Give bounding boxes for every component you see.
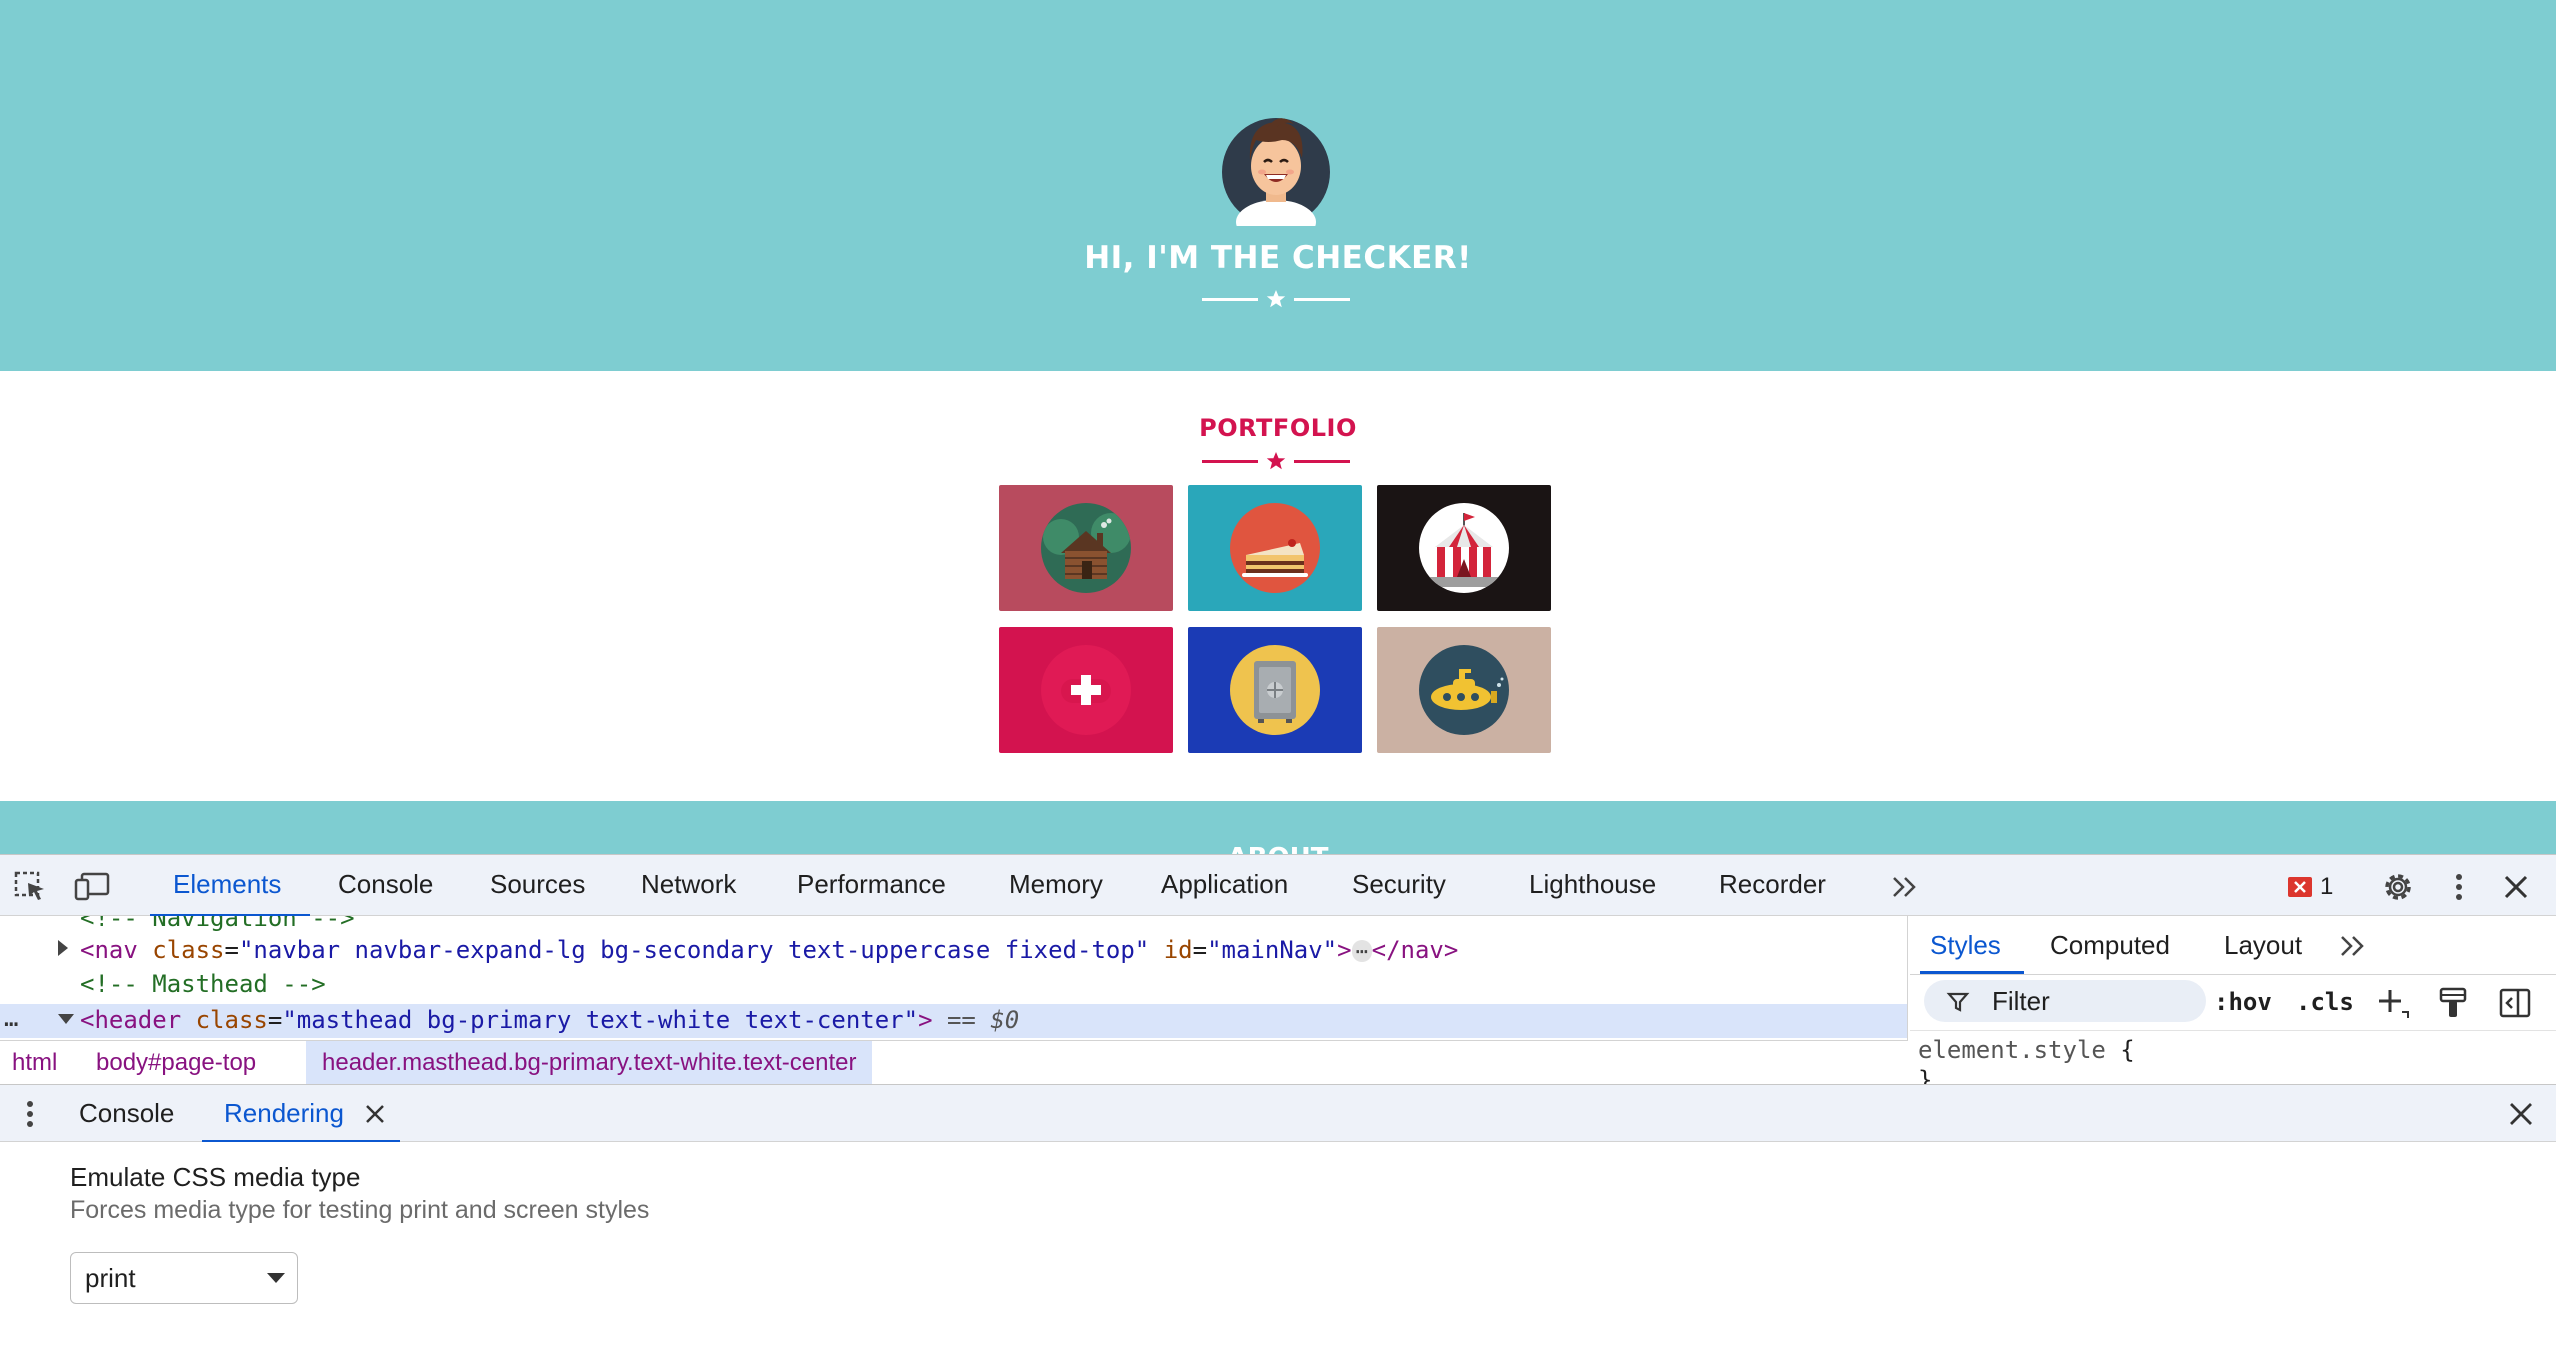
breadcrumb-html[interactable]: html — [12, 1049, 57, 1077]
circus-tent-icon — [1429, 513, 1499, 587]
dom-comment-navigation[interactable]: <!-- Navigation --> — [80, 916, 355, 932]
tab-recorder[interactable]: Recorder — [1719, 869, 1826, 900]
render-setting-title: Emulate CSS media type — [70, 1162, 361, 1192]
submarine-icon — [1431, 669, 1504, 710]
chevron-double-right-icon[interactable] — [2338, 934, 2368, 958]
drawer-tab-rendering[interactable]: Rendering — [224, 1098, 344, 1129]
safe-icon — [1254, 661, 1296, 723]
styles-divider-2 — [1910, 1030, 2556, 1031]
dom-node-header[interactable]: … <header class="masthead bg-primary tex… — [0, 1004, 1019, 1034]
style-rule-selector[interactable]: element.style { — [1918, 1036, 2135, 1064]
masthead-divider — [1202, 289, 1350, 309]
portfolio-title: PORTFOLIO — [1199, 414, 1357, 442]
filter-icon — [1946, 992, 1970, 1012]
hover-state-toggle[interactable]: :hov — [2214, 988, 2272, 1016]
about-section: ABOUT — [0, 801, 2556, 854]
tab-memory[interactable]: Memory — [1009, 869, 1103, 900]
collapse-triangle-icon[interactable] — [58, 1014, 74, 1024]
about-title: ABOUT — [0, 843, 2556, 854]
class-toggle[interactable]: .cls — [2296, 988, 2354, 1016]
tab-computed[interactable]: Computed — [2050, 930, 2170, 961]
tab-application[interactable]: Application — [1161, 869, 1288, 900]
paint-brush-icon[interactable] — [2438, 986, 2468, 1020]
masthead: HI, I'M THE CHECKER! — [0, 0, 2556, 371]
portfolio-item-game[interactable] — [999, 627, 1173, 753]
chevron-down-icon — [267, 1273, 285, 1283]
breadcrumb-body[interactable]: body#page-top — [96, 1049, 256, 1077]
devtools-panel: Elements Console Sources Network Perform… — [0, 854, 2556, 1356]
more-vert-icon[interactable] — [20, 1097, 40, 1131]
devtools-tabbar: Elements Console Sources Network Perform… — [0, 854, 2556, 917]
tab-performance[interactable]: Performance — [797, 869, 946, 900]
chevron-double-right-icon[interactable] — [1890, 875, 1920, 899]
collapsed-ellipsis[interactable]: ⋯ — [1351, 940, 1372, 962]
drawer-tabbar: Console Rendering — [0, 1084, 2556, 1143]
add-rule-icon[interactable] — [2376, 986, 2410, 1020]
game-controller-icon — [1061, 675, 1111, 705]
tab-console[interactable]: Console — [338, 869, 433, 900]
star-icon — [1266, 452, 1286, 470]
styles-filter-input[interactable]: Filter — [1924, 980, 2206, 1022]
render-setting-description: Forces media type for testing print and … — [70, 1196, 650, 1224]
masthead-title: HI, I'M THE CHECKER! — [1084, 240, 1472, 276]
drawer-tab-console[interactable]: Console — [79, 1098, 174, 1129]
media-type-select[interactable]: print — [70, 1252, 298, 1304]
tab-sources[interactable]: Sources — [490, 869, 585, 900]
close-icon[interactable] — [364, 1103, 386, 1125]
inspect-element-icon[interactable] — [14, 871, 48, 901]
cake-icon — [1242, 539, 1308, 577]
portfolio-divider — [1202, 451, 1350, 471]
error-icon[interactable] — [2287, 875, 2313, 899]
close-icon[interactable] — [2502, 873, 2530, 901]
toggle-sidebar-icon[interactable] — [2498, 986, 2532, 1020]
gear-icon[interactable] — [2381, 870, 2415, 904]
portfolio-item-cabin[interactable] — [999, 485, 1173, 611]
breadcrumb: html body#page-top header.masthead.bg-pr… — [0, 1040, 1908, 1085]
tab-layout[interactable]: Layout — [2224, 930, 2302, 961]
error-count[interactable]: 1 — [2320, 873, 2333, 901]
tab-lighthouse[interactable]: Lighthouse — [1529, 869, 1656, 900]
tab-security[interactable]: Security — [1352, 869, 1446, 900]
tab-elements[interactable]: Elements — [173, 869, 281, 900]
expand-triangle-icon[interactable] — [58, 940, 68, 956]
more-vert-icon[interactable] — [2449, 870, 2469, 904]
device-toolbar-icon[interactable] — [74, 871, 110, 901]
styles-pane: Styles Computed Layout Filter :hov .cls — [1910, 916, 2556, 1094]
portfolio-item-safe[interactable] — [1188, 627, 1362, 753]
page-viewport: HI, I'M THE CHECKER! PORTFOLIO — [0, 0, 2556, 854]
browser-window: HI, I'M THE CHECKER! PORTFOLIO Elements … — [0, 0, 2556, 1356]
avatar — [1222, 118, 1330, 226]
rendering-panel: Emulate CSS media type Forces media type… — [0, 1142, 2556, 1356]
portfolio-item-cake[interactable] — [1188, 485, 1362, 611]
cabin-icon — [1043, 513, 1131, 579]
dom-node-nav[interactable]: <nav class="navbar navbar-expand-lg bg-s… — [0, 936, 1458, 964]
portfolio-item-circus[interactable] — [1377, 485, 1551, 611]
breadcrumb-header[interactable]: header.masthead.bg-primary.text-white.te… — [306, 1041, 873, 1085]
star-icon — [1266, 290, 1286, 308]
dom-comment-masthead[interactable]: <!-- Masthead --> — [80, 970, 326, 998]
styles-divider — [1910, 974, 2556, 975]
close-icon[interactable] — [2508, 1101, 2534, 1127]
tab-network[interactable]: Network — [641, 869, 736, 900]
tab-styles[interactable]: Styles — [1930, 930, 2001, 961]
portfolio-item-submarine[interactable] — [1377, 627, 1551, 753]
